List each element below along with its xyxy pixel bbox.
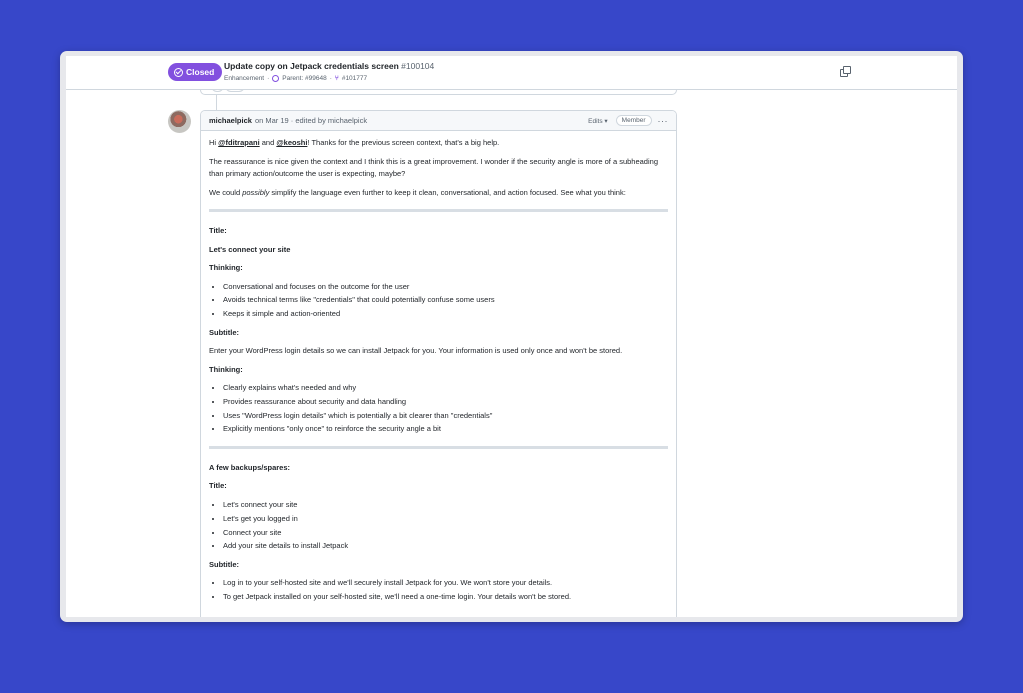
copy-link-icon[interactable] [840,66,851,77]
divider [209,445,668,449]
state-badge-closed: Closed [168,63,223,81]
comment-author[interactable]: michaelpick [209,116,252,125]
backup-subtitles-list: Log in to your self-hosted site and we'l… [209,577,668,603]
thinking-label: Thinking: [209,364,243,374]
title-label: Title: [209,226,227,235]
issue-meta: Enhancement · Parent: #99648 · ⑂ #101777 [224,75,368,82]
backup-titles-list: Let's connect your site Let's get you lo… [209,499,668,553]
mention-fditrapani[interactable]: @fditrapani [218,138,259,147]
thinking-list-1: Conversational and focuses on the outcom… [209,281,668,321]
label-enhancement[interactable]: Enhancement [224,75,264,82]
comment-box: michaelpick on Mar 19 · edited by michae… [200,110,677,617]
list-item: Explicitly mentions "only once" to reinf… [223,423,668,436]
list-item: Let's connect your site [223,499,668,512]
subtitle-label: Subtitle: [209,559,239,569]
intro-paragraph: Hi @fditrapani and @keoshi! Thanks for t… [209,138,500,147]
comment-meta[interactable]: on Mar 19 · edited by michaelpick [255,116,367,125]
state-label: Closed [186,67,215,77]
thinking-label: Thinking: [209,263,243,272]
list-item: Add your site details to install Jetpack [223,540,668,553]
issue-number: #100104 [401,61,435,71]
issue-title-text: Update copy on Jetpack credentials scree… [224,61,399,71]
timeline-connector [216,95,217,111]
list-item: Let's get you logged in [223,513,668,526]
comment-header: michaelpick on Mar 19 · edited by michae… [201,111,676,131]
title-value: Let's connect your site [209,244,291,254]
list-item: Clearly explains what's needed and why [223,382,668,395]
parent-link[interactable]: Parent: #99648 [282,75,326,82]
list-item: Conversational and focuses on the outcom… [223,281,668,294]
issue-page: Closed Update copy on Jetpack credential… [66,56,957,617]
list-item: Provides reassurance about security and … [223,396,668,409]
list-item: Connect your site [223,527,668,540]
subtitle-label: Subtitle: [209,327,239,337]
avatar[interactable] [168,110,191,133]
browser-window: Closed Update copy on Jetpack credential… [60,51,963,622]
list-item: To get Jetpack installed on your self-ho… [223,591,668,604]
title-label: Title: [209,481,227,491]
paragraph-3: We could possibly simplify the language … [209,187,626,197]
list-item: Avoids technical terms like "credentials… [223,294,668,307]
edits-dropdown[interactable]: Edits ▾ [588,117,608,125]
list-item: Uses "WordPress login details" which is … [223,410,668,423]
subtitle-value: Enter your WordPress login details so we… [209,346,623,356]
comment-options-icon[interactable]: ··· [658,116,669,126]
paragraph-2: The reassurance is nice given the contex… [209,156,658,179]
linked-pr-link[interactable]: #101777 [342,75,367,82]
check-circle-icon [174,67,183,77]
issue-title[interactable]: Update copy on Jetpack credentials scree… [224,61,434,71]
list-item: Log in to your self-hosted site and we'l… [223,577,668,590]
mention-keoshi[interactable]: @keoshi [276,138,307,147]
divider [209,209,668,212]
pull-request-icon: ⑂ [334,75,339,82]
parent-issue-icon [272,75,280,82]
sticky-issue-header: Closed Update copy on Jetpack credential… [66,56,957,90]
list-item: Keeps it simple and action-oriented [223,308,668,321]
subtitle-block: Subtitle: Enter your WordPress login det… [209,327,668,358]
title-block: Title: Let's connect your site [209,225,668,256]
member-badge: Member [615,115,652,126]
backups-heading: A few backups/spares: [209,462,291,472]
comment-body: Hi @fditrapani and @keoshi! Thanks for t… [201,131,676,604]
thinking-list-2: Clearly explains what's needed and why P… [209,382,668,436]
